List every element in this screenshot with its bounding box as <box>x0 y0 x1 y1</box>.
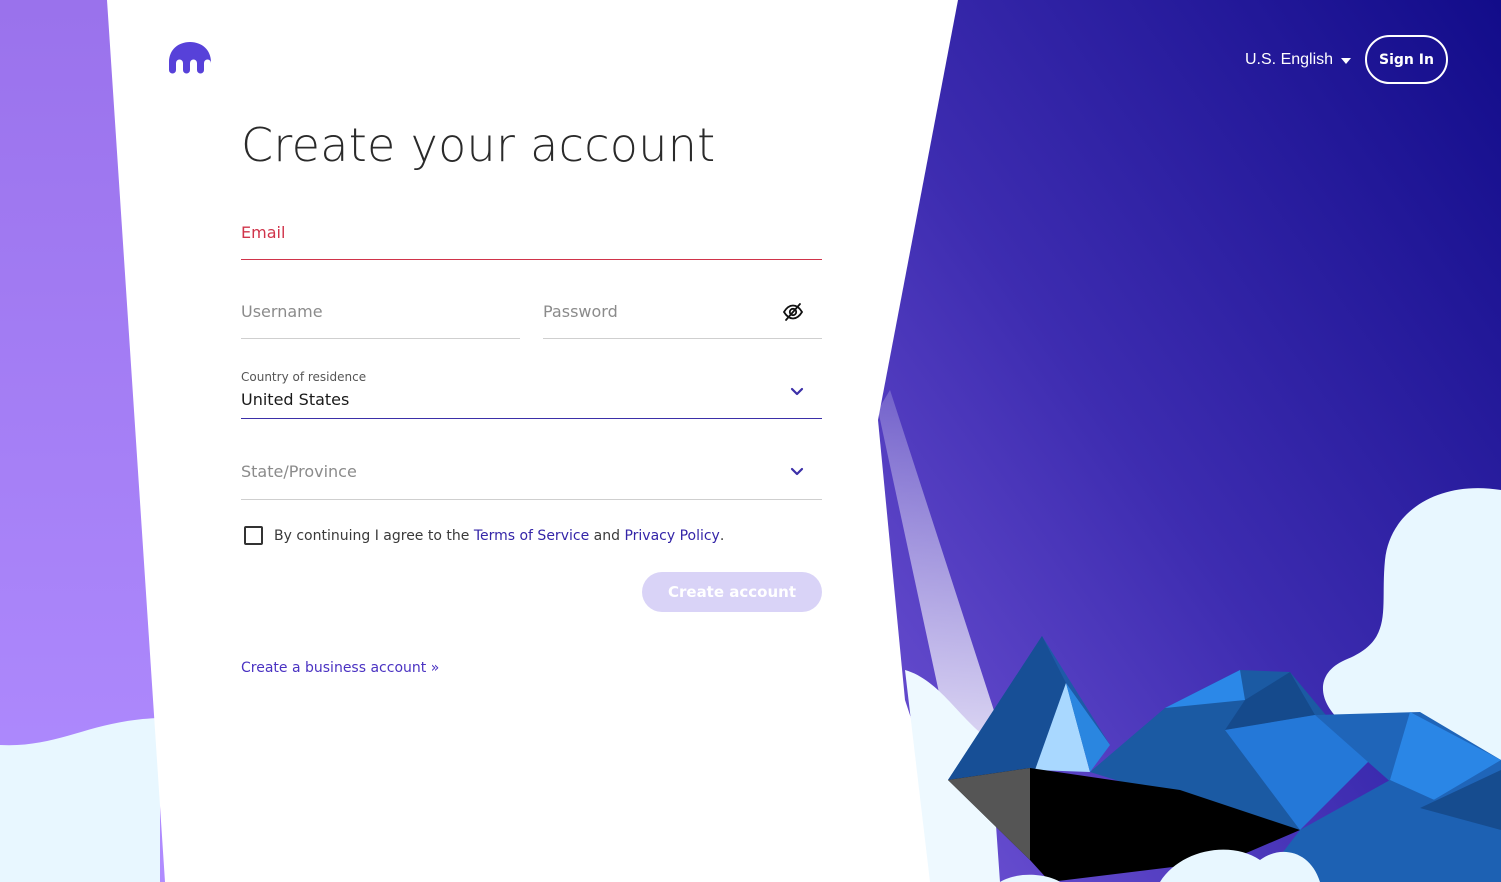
country-underline <box>241 418 822 419</box>
agreement-prefix: By continuing I agree to the <box>274 527 470 544</box>
chevron-down-icon <box>790 467 804 476</box>
state-placeholder: State/Province <box>241 462 357 481</box>
agreement-suffix: . <box>719 527 725 544</box>
password-placeholder: Password <box>543 302 618 321</box>
caret-down-icon <box>1341 58 1352 64</box>
privacy-policy-link[interactable]: Privacy Policy <box>624 528 719 544</box>
email-underline <box>241 259 822 260</box>
country-label: Country of residence <box>241 370 367 384</box>
username-underline <box>241 338 520 339</box>
terms-of-service-link[interactable]: Terms of Service <box>474 528 589 544</box>
country-select[interactable]: Country of residence United States <box>241 368 822 419</box>
background-illustration <box>0 0 1501 882</box>
language-selector[interactable]: U.S. English <box>1245 48 1352 72</box>
username-placeholder: Username <box>241 302 323 321</box>
create-account-button[interactable]: Create account <box>642 572 822 612</box>
state-select[interactable]: State/Province <box>241 460 822 500</box>
agreement-and: and <box>593 527 620 544</box>
terms-agreement: By continuing I agree to the Terms of Se… <box>244 526 724 545</box>
chevron-down-icon <box>790 387 804 396</box>
country-value: United States <box>241 390 350 409</box>
kraken-logo-icon[interactable] <box>169 42 211 74</box>
email-field[interactable]: Email <box>241 220 822 260</box>
page-title: Create your account <box>241 118 716 172</box>
password-underline <box>543 338 822 339</box>
eye-slash-icon[interactable] <box>782 301 804 323</box>
sign-in-button[interactable]: Sign In <box>1365 35 1448 84</box>
create-business-account-link[interactable]: Create a business account » <box>241 660 439 676</box>
terms-checkbox[interactable] <box>244 526 263 545</box>
email-placeholder: Email <box>241 223 286 242</box>
password-field[interactable]: Password <box>543 300 822 339</box>
language-label: U.S. English <box>1245 51 1334 68</box>
state-underline <box>241 499 822 500</box>
username-field[interactable]: Username <box>241 300 520 339</box>
